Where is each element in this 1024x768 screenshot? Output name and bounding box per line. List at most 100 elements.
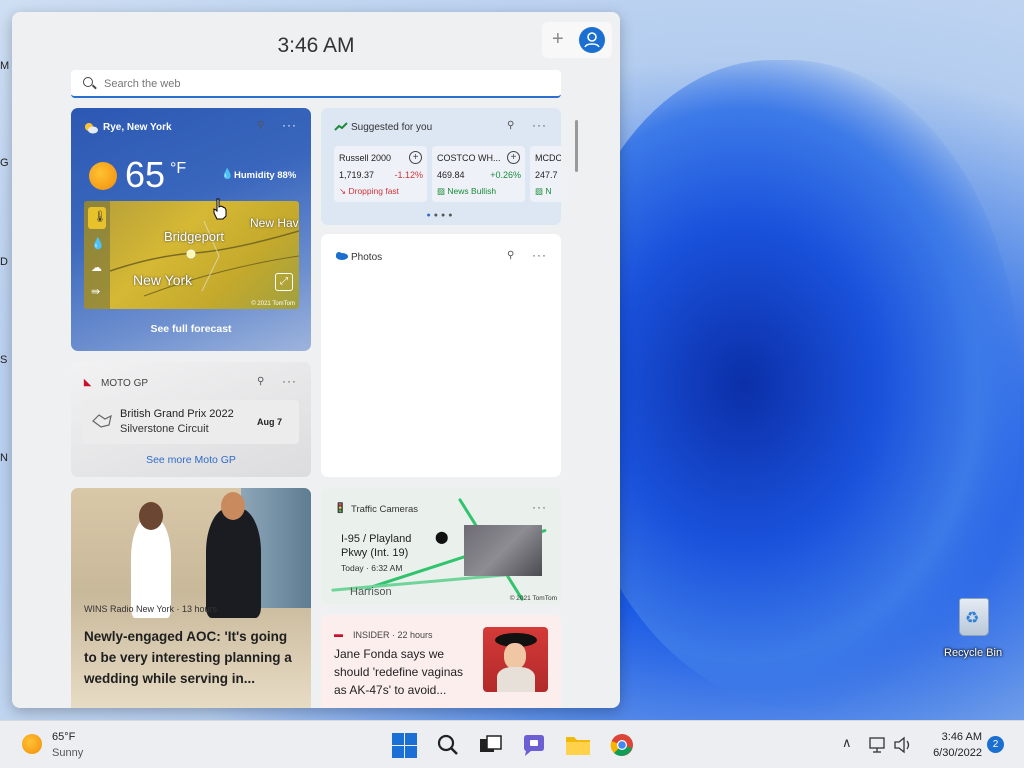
teams-chat-button[interactable] (520, 731, 548, 759)
wind-layer-icon[interactable]: ⇛ (91, 285, 100, 298)
pin-icon[interactable]: ⚲ (507, 250, 514, 261)
expand-map-icon[interactable]: ⤢ (275, 273, 293, 291)
sunny-icon[interactable] (22, 734, 42, 754)
desktop-icon-label-fragment: G (0, 157, 9, 169)
weather-humidity: Humidity 88% (234, 170, 297, 181)
chrome-button[interactable] (608, 731, 636, 759)
stocks-widget[interactable]: Suggested for you ⚲ ··· Russell 2000 + 1… (321, 108, 561, 225)
add-to-watchlist-icon[interactable]: + (409, 151, 422, 164)
stock-card[interactable]: COSTCO WH... + 469.84 +0.26% ▨ News Bull… (432, 146, 525, 202)
taskbar-weather-condition[interactable]: Sunny (52, 747, 83, 759)
more-options-icon[interactable]: ··· (532, 248, 547, 262)
web-search-box[interactable]: Search the web (71, 70, 561, 98)
person-icon (584, 32, 600, 48)
stock-trend: ▨ News Bullish (437, 186, 497, 196)
camera-location: I-95 / Playland Pkwy (Int. 19) (341, 533, 412, 559)
file-explorer-button[interactable] (564, 731, 592, 759)
weather-location: Rye, New York (103, 122, 172, 133)
precipitation-layer-icon[interactable]: 💧 (91, 237, 105, 250)
news-photo (71, 488, 311, 618)
news-source: INSIDER · 22 hours (353, 630, 433, 640)
traffic-header: Traffic Cameras (351, 504, 419, 515)
photos-widget[interactable]: Photos ⚲ ··· (321, 234, 561, 477)
desktop-icon-label-fragment: N (0, 452, 8, 464)
more-options-icon[interactable]: ··· (282, 118, 297, 132)
pin-icon[interactable]: ⚲ (257, 376, 264, 387)
profile-avatar-button[interactable] (579, 27, 605, 53)
network-icon[interactable] (868, 736, 888, 754)
partly-cloudy-icon (85, 123, 98, 134)
pin-icon[interactable]: ⚲ (257, 120, 264, 131)
stock-card[interactable]: Russell 2000 + 1,719.37 -1.12% ↘ Droppin… (334, 146, 427, 202)
show-hidden-icons-chevron-icon[interactable]: ∧ (842, 735, 852, 751)
more-options-icon[interactable]: ··· (532, 118, 547, 132)
stock-name: MCDO (535, 153, 561, 163)
recycle-bin-label[interactable]: Recycle Bin (944, 647, 1002, 659)
pin-icon[interactable]: ⚲ (507, 120, 514, 131)
notification-badge[interactable]: 2 (987, 736, 1004, 753)
race-event-item[interactable]: British Grand Prix 2022 Silverstone Circ… (82, 400, 299, 444)
weather-widget[interactable]: Rye, New York ⚲ ··· 65 °F 💧 Humidity 88%… (71, 108, 311, 351)
stocks-header: Suggested for you (351, 122, 433, 133)
plus-icon: + (552, 28, 564, 50)
motogp-header: MOTO GP (101, 378, 149, 389)
weather-radar-map[interactable]: 🌡 💧 ☁ ⇛ Bridgeport New Hav New York ⤢ © … (84, 201, 299, 309)
taskbar-weather-temp[interactable]: 65°F (52, 731, 75, 743)
chat-icon (524, 735, 544, 756)
add-to-watchlist-icon[interactable]: + (507, 151, 520, 164)
map-copyright: © 2021 TomTom (509, 595, 557, 602)
motogp-widget[interactable]: ◣ MOTO GP ⚲ ··· British Grand Prix 2022 … (71, 362, 311, 477)
map-label: Harrison (350, 586, 392, 598)
wallpaper-bloom (560, 60, 1020, 710)
stock-price: 247.7 (535, 170, 558, 180)
traffic-camera-image[interactable] (464, 525, 542, 576)
camera-location-pin-icon[interactable]: ⬤ (435, 530, 448, 544)
weather-unit: °F (170, 160, 187, 177)
carousel-pager-dots[interactable]: ●●●● (321, 212, 561, 219)
traffic-cameras-widget[interactable]: 🚦 Traffic Cameras ··· ⬤ I-95 / Playland P… (321, 488, 561, 604)
news-headline[interactable]: Newly-engaged AOC: 'It's going to be ver… (84, 626, 302, 689)
photos-header: Photos (351, 252, 383, 263)
volume-icon[interactable] (893, 736, 913, 754)
temperature-layer-button[interactable]: 🌡 (88, 207, 107, 229)
stock-trend: ▨ N (535, 186, 552, 196)
stock-name: COSTCO WH... (437, 153, 501, 163)
stock-name: Russell 2000 (339, 153, 392, 163)
news-thumbnail (483, 627, 548, 692)
folder-icon (566, 737, 590, 755)
map-copyright: © 2021 TomTom (251, 301, 295, 307)
see-full-forecast-link[interactable]: See full forecast (71, 323, 311, 335)
search-icon (437, 734, 458, 755)
news-card[interactable]: WINS Radio New York · 13 hours Newly-eng… (71, 488, 311, 708)
widgets-panel: 3:46 AM + Search the web Rye, New York ⚲… (12, 12, 620, 708)
more-options-icon[interactable]: ··· (282, 374, 297, 388)
task-view-button[interactable] (476, 731, 504, 759)
map-label: New Hav (250, 216, 299, 230)
start-button[interactable] (390, 731, 418, 759)
cloud-layer-icon[interactable]: ☁ (91, 261, 102, 274)
camera-timestamp: Today · 6:32 AM (341, 563, 403, 573)
stock-card[interactable]: MCDO 247.7 ▨ N (530, 146, 561, 202)
see-more-motogp-link[interactable]: See more Moto GP (71, 454, 311, 466)
sunny-icon (89, 162, 117, 190)
chrome-icon (610, 734, 633, 756)
taskbar: 65°F Sunny ∧ 3:46 AM 6/30/2022 2 (0, 720, 1024, 768)
motogp-logo-icon: ◣ (84, 377, 91, 387)
recycle-bin-icon[interactable]: ♻ (955, 596, 993, 640)
stock-price: 1,719.37 (339, 170, 375, 180)
taskbar-clock[interactable]: 3:46 AM 6/30/2022 (922, 729, 982, 761)
stock-change: +0.26% (490, 170, 521, 180)
news-source: WINS Radio New York · 13 hours (84, 604, 218, 614)
traffic-light-icon: 🚦 (334, 503, 347, 514)
search-button[interactable] (434, 731, 462, 759)
insider-logo-icon: ▬ (334, 629, 343, 639)
news-card[interactable]: ▬ INSIDER · 22 hours Jane Fonda says we … (321, 615, 561, 708)
clock-date: 6/30/2022 (933, 747, 982, 759)
search-icon (83, 77, 93, 87)
hand-cursor-icon (213, 198, 227, 220)
panel-scrollbar[interactable] (575, 120, 578, 172)
map-label: Bridgeport (164, 229, 224, 244)
search-placeholder: Search the web (104, 78, 181, 90)
more-options-icon[interactable]: ··· (532, 500, 547, 514)
news-headline[interactable]: Jane Fonda says we should 'redefine vagi… (334, 645, 479, 699)
